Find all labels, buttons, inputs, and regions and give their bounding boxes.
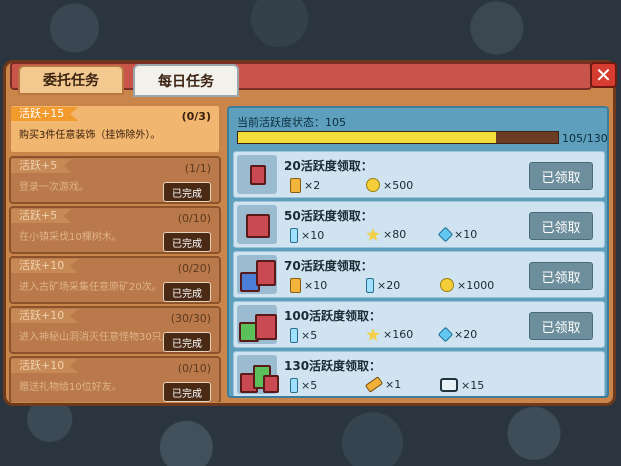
task-description: 购买3件任意装饰（挂饰除外）。 [19,130,161,141]
task-progress: (0/3) [181,110,211,123]
reward-item: ×1000 [440,278,494,292]
tab-commission-quests[interactable]: 委托任务 [18,65,124,95]
reward-item: ×500 [366,178,413,192]
reward-item: ×5 [290,378,317,393]
task-description: 进入古矿场采集任意原矿20次。 [19,282,162,293]
task-description: 赠送礼物给10位好友。 [19,382,122,393]
activity-badge: 活跃+5 [11,159,72,173]
reward-row: 130活跃度领取： ×5 ×1 ×15 [233,351,605,396]
task-list[interactable]: 活跃+15 (0/3) 购买3件任意装饰（挂饰除外）。 活跃+5 (1/1) 登… [9,104,221,402]
task-progress: (30/30) [170,312,211,325]
star-icon [366,328,380,341]
task-item[interactable]: 活跃+5 (1/1) 登录一次游戏。 已完成 [9,156,221,204]
reward-title: 100活跃度领取： [284,309,382,323]
reward-panel: 当前活跃度状态：105 105/130 20活跃度领取： ×2 ×500 已领取… [227,106,609,398]
reward-title: 130活跃度领取： [284,359,382,373]
gift-icon [237,355,279,394]
reward-item: ×20 [366,278,400,293]
completed-button[interactable]: 已完成 [163,332,211,352]
gift-icon [237,205,277,244]
completed-button[interactable]: 已完成 [163,282,211,302]
reward-item: ×2 [290,178,320,193]
reward-item: ×10 [437,226,477,243]
activity-progress-fill [238,132,497,143]
reward-item: ×10 [290,228,324,243]
task-progress: (0/10) [177,362,211,375]
reward-row: 70活跃度领取： ×10 ×20 ×1000 已领取 [233,251,605,298]
activity-badge: 活跃+10 [11,359,79,373]
gem-icon [437,326,454,343]
reward-item: ×15 [440,378,484,392]
ticket-icon [364,376,384,393]
gift-icon [237,255,277,294]
tv-icon [440,378,458,392]
bottle-icon [290,328,298,343]
task-description: 进入神秘山洞消灭任意怪物30只。 [19,332,172,343]
gem-icon [437,226,454,243]
task-item[interactable]: 活跃+5 (0/10) 在小镇采伐10棵树木。 已完成 [9,206,221,254]
star-icon [366,228,380,241]
reward-item: ×80 [366,228,406,241]
task-item[interactable]: 活跃+10 (30/30) 进入神秘山洞消灭任意怪物30只。 已完成 [9,306,221,354]
reward-title: 50活跃度领取： [284,209,373,223]
potion-icon [290,178,301,193]
reward-item: ×5 [290,328,317,343]
completed-button[interactable]: 已完成 [163,232,211,252]
activity-status-label: 当前活跃度状态：105 [237,116,346,129]
reward-item: ×10 [290,278,327,293]
task-progress: (0/20) [177,262,211,275]
reward-title: 70活跃度领取： [284,259,373,273]
task-item[interactable]: 活跃+15 (0/3) 购买3件任意装饰（挂饰除外）。 [9,104,221,154]
activity-progress-value: 105/130 [562,132,608,145]
task-item[interactable]: 活跃+10 (0/20) 进入古矿场采集任意原矿20次。 已完成 [9,256,221,304]
tab-daily-quests[interactable]: 每日任务 [133,64,239,97]
gift-icon [237,305,277,344]
activity-badge: 活跃+15 [11,107,79,121]
task-item[interactable]: 活跃+10 (0/10) 赠送礼物给10位好友。 已完成 [9,356,221,402]
coin-icon [366,178,380,192]
completed-button[interactable]: 已完成 [163,182,211,202]
reward-row: 20活跃度领取： ×2 ×500 已领取 [233,151,605,198]
activity-badge: 活跃+5 [11,209,72,223]
claimed-button[interactable]: 已领取 [529,312,593,340]
task-description: 在小镇采伐10棵树木。 [19,232,122,243]
reward-item: ×160 [366,328,413,341]
coin-icon [440,278,454,292]
reward-item: ×20 [437,326,477,343]
bottle-icon [290,378,298,393]
task-progress: (0/10) [177,212,211,225]
task-progress: (1/1) [184,162,211,175]
task-description: 登录一次游戏。 [19,182,89,193]
claimed-button[interactable]: 已领取 [529,162,593,190]
potion-icon [290,278,301,293]
bottle-icon [290,228,298,243]
reward-row: 50活跃度领取： ×10 ×80 ×10 已领取 [233,201,605,248]
gift-icon [237,155,277,194]
activity-progress-bar [237,131,559,144]
close-icon[interactable]: ✕ [590,62,617,88]
claimed-button[interactable]: 已领取 [529,212,593,240]
reward-item: ×1 [364,376,401,393]
bottle-icon [366,278,374,293]
reward-row: 100活跃度领取： ×5 ×160 ×20 已领取 [233,301,605,348]
activity-badge: 活跃+10 [11,259,79,273]
completed-button[interactable]: 已完成 [163,382,211,402]
activity-badge: 活跃+10 [11,309,79,323]
claimed-button[interactable]: 已领取 [529,262,593,290]
reward-title: 20活跃度领取： [284,159,373,173]
